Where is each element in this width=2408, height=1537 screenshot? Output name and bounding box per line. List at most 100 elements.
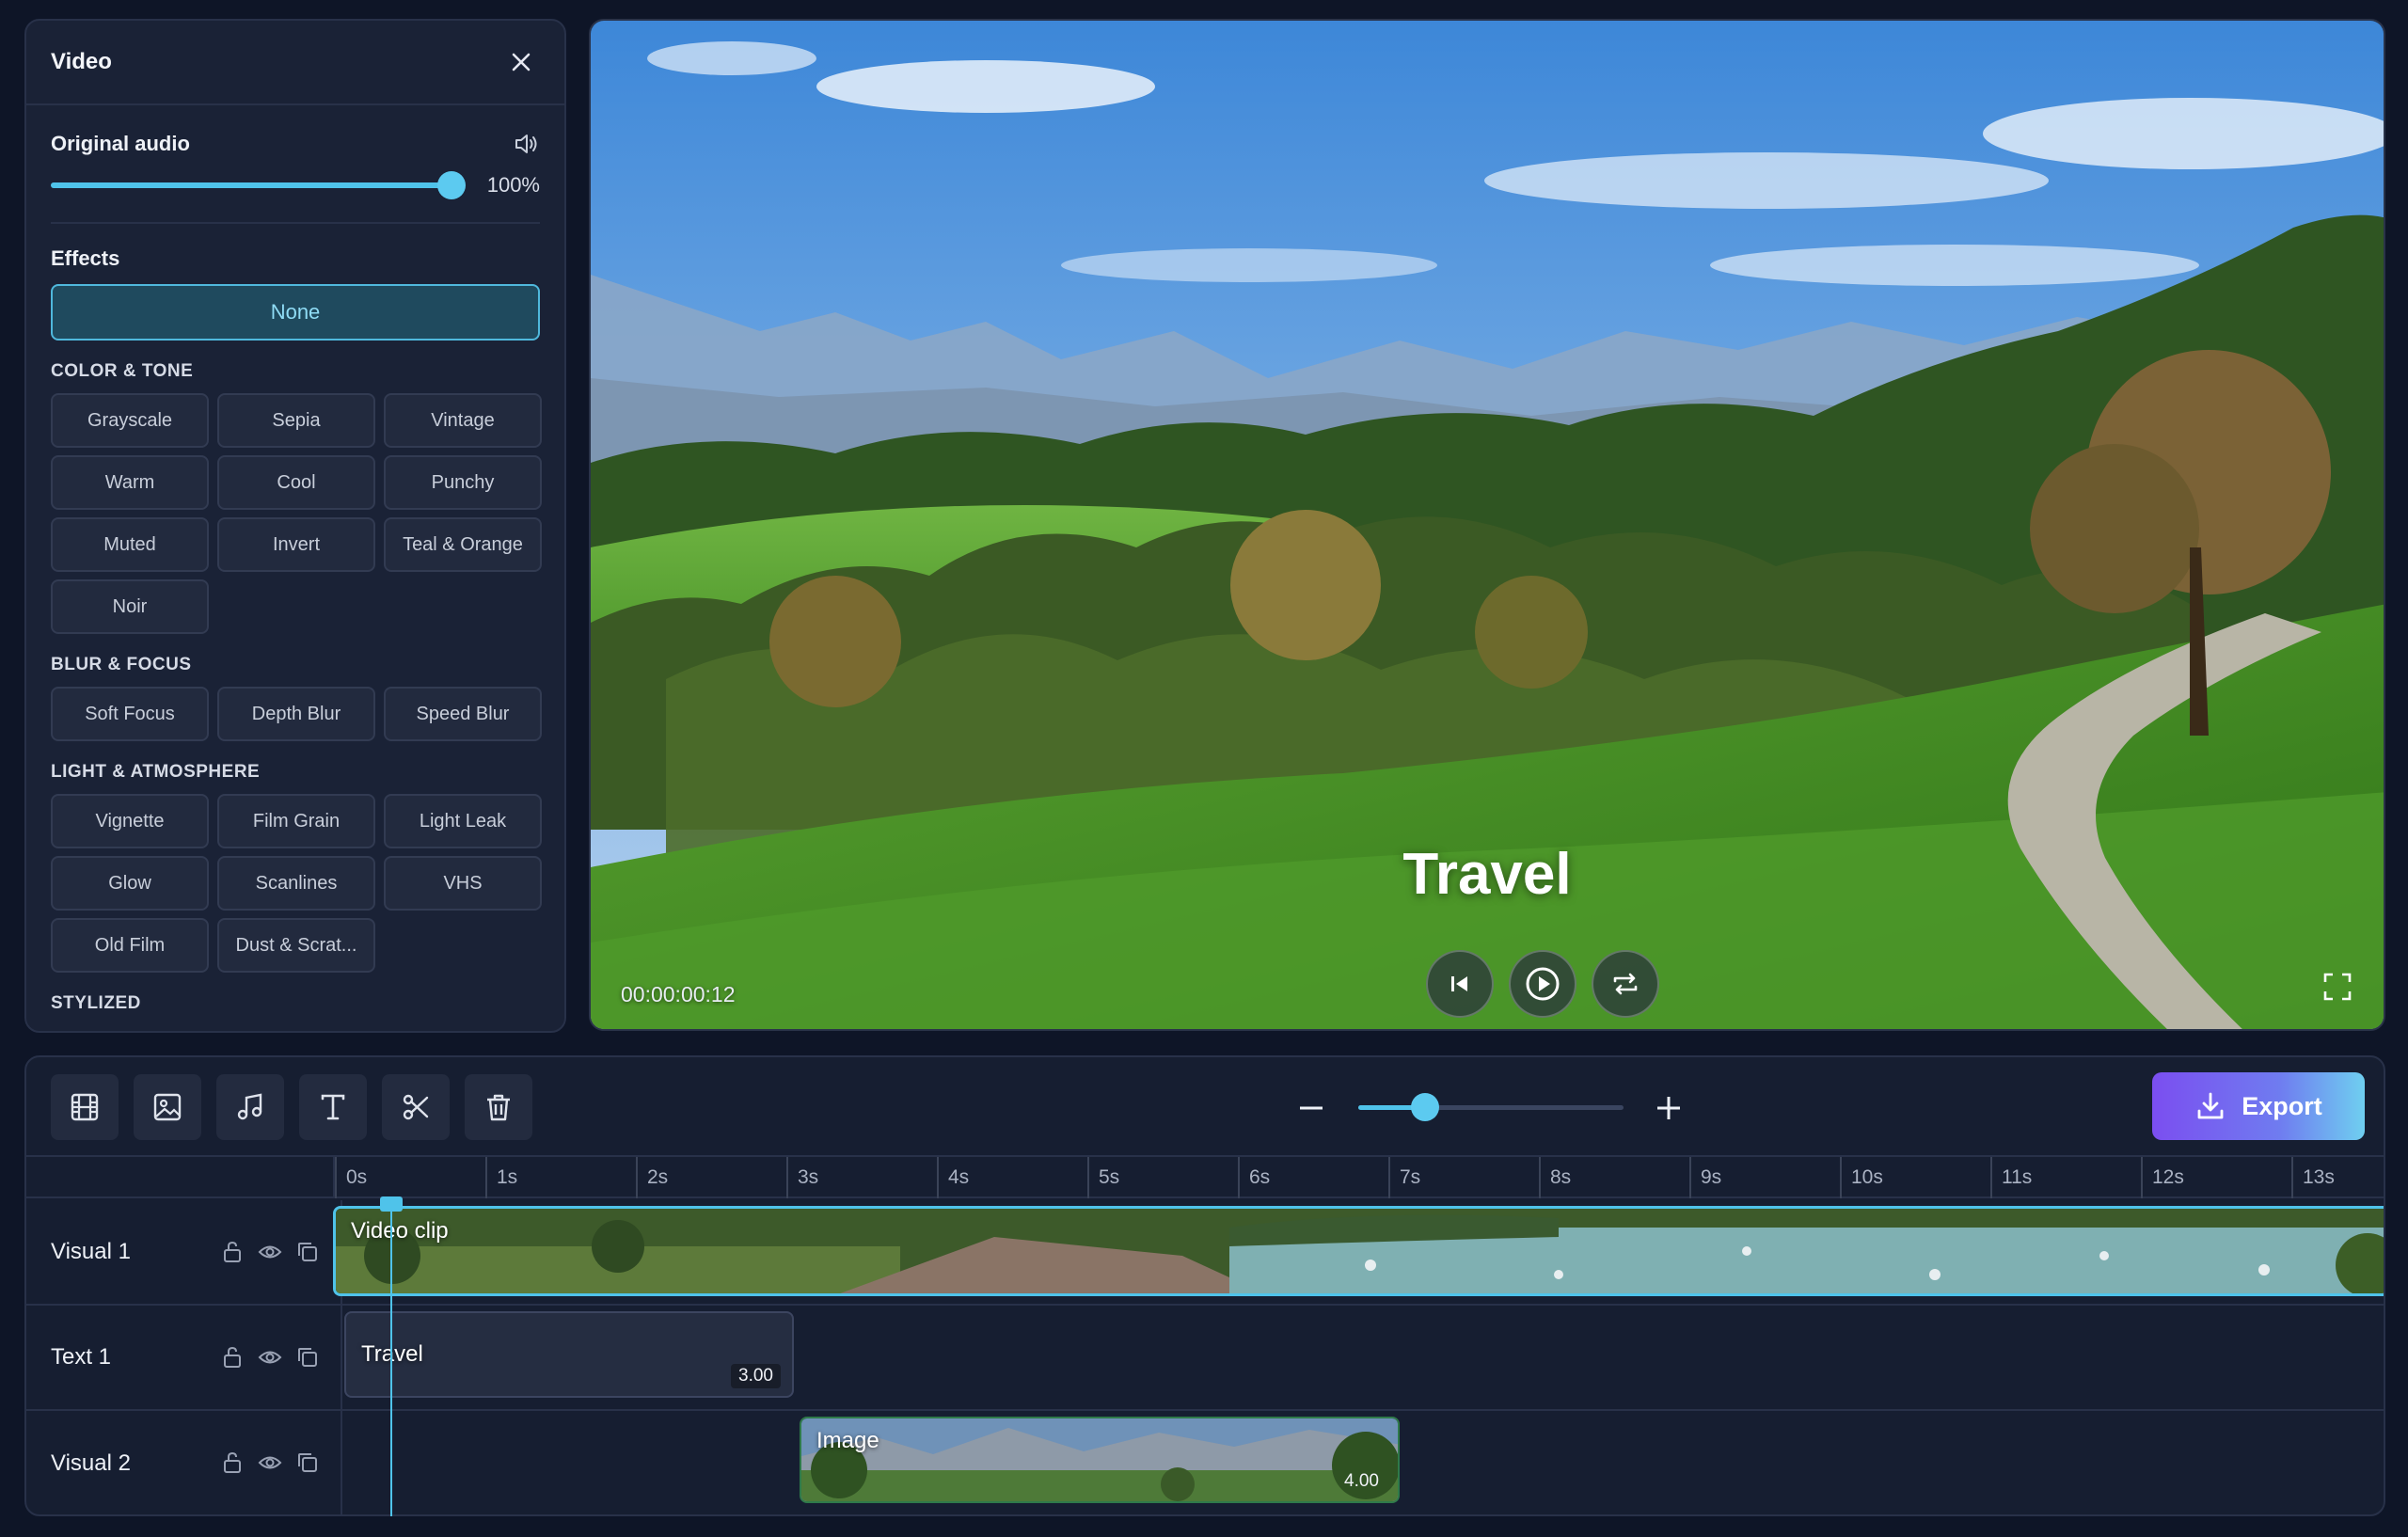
image-icon xyxy=(153,1093,182,1121)
section-stylized-title: STYLIZED xyxy=(51,993,141,1013)
plus-icon xyxy=(1657,1097,1680,1119)
delete-clip-button[interactable] xyxy=(465,1074,532,1140)
duplicate-icon[interactable] xyxy=(293,1343,322,1371)
track-name: Text 1 xyxy=(51,1344,112,1370)
zoom-out-button[interactable] xyxy=(1292,1089,1330,1127)
loop-button[interactable] xyxy=(1592,950,1659,1018)
effects-heading: Effects xyxy=(51,246,120,270)
track-header: Text 1 xyxy=(26,1306,342,1409)
playhead[interactable] xyxy=(390,1196,392,1516)
color-tone-grid: Grayscale Sepia Vintage Warm Cool Punchy… xyxy=(51,393,542,634)
preview-overlay-text: Travel xyxy=(1402,842,1572,907)
time-ruler[interactable]: 0s 1s 2s 3s 4s 5s 6s 7s 8s 9s 10s 11s 12s 13s xyxy=(26,1157,2384,1198)
text-clip[interactable]: Travel 3.00 xyxy=(344,1311,794,1398)
export-button[interactable]: Export xyxy=(2152,1072,2365,1140)
ruler-tick: 12s xyxy=(2141,1157,2184,1198)
play-button[interactable] xyxy=(1509,950,1576,1018)
effect-invert-button[interactable]: Invert xyxy=(217,517,375,572)
speaker-icon[interactable] xyxy=(514,132,540,156)
effect-none-button[interactable]: None xyxy=(51,284,540,341)
track-header: Visual 2 xyxy=(26,1411,342,1514)
original-audio-label: Original audio xyxy=(51,132,190,155)
effect-teal-orange-button[interactable]: Teal & Orange xyxy=(384,517,542,572)
effect-sepia-button[interactable]: Sepia xyxy=(217,393,375,448)
ruler-tick: 11s xyxy=(1990,1157,2032,1198)
effect-glow-button[interactable]: Glow xyxy=(51,856,209,911)
track-name: Visual 1 xyxy=(51,1239,131,1264)
eye-icon[interactable] xyxy=(256,1449,284,1477)
timeline-panel: Export 0s 1s 2s 3s 4s 5s 6s 7s 8s 9s 10s 11s 12s 13s … xyxy=(24,1055,2385,1516)
ruler-tick: 9s xyxy=(1689,1157,1721,1198)
lock-icon[interactable] xyxy=(218,1343,246,1371)
lock-icon[interactable] xyxy=(218,1449,246,1477)
effect-speed-blur-button[interactable]: Speed Blur xyxy=(384,687,542,741)
download-icon xyxy=(2197,1092,2224,1119)
effect-punchy-button[interactable]: Punchy xyxy=(384,455,542,510)
ruler-tick: 0s xyxy=(335,1157,367,1198)
duplicate-icon[interactable] xyxy=(293,1449,322,1477)
add-video-button[interactable] xyxy=(51,1074,119,1140)
text-clip-duration: 3.00 xyxy=(731,1364,781,1388)
scissors-icon xyxy=(403,1094,429,1120)
audio-volume-slider[interactable] xyxy=(51,171,466,199)
lock-icon[interactable] xyxy=(218,1238,246,1266)
effect-film-grain-button[interactable]: Film Grain xyxy=(217,794,375,848)
timeline-zoom-slider[interactable] xyxy=(1358,1093,1624,1121)
effect-light-leak-button[interactable]: Light Leak xyxy=(384,794,542,848)
track-text-1: Text 1 Travel 3.00 xyxy=(26,1306,2384,1411)
add-image-button[interactable] xyxy=(134,1074,201,1140)
close-panel-button[interactable] xyxy=(502,43,540,81)
ruler-tick: 1s xyxy=(485,1157,517,1198)
ruler-tick: 6s xyxy=(1238,1157,1270,1198)
video-preview[interactable]: Travel 00:00:00:12 xyxy=(589,19,2385,1031)
light-atmosphere-grid: Vignette Film Grain Light Leak Glow Scan… xyxy=(51,794,542,973)
play-icon xyxy=(1526,967,1560,1001)
add-audio-button[interactable] xyxy=(216,1074,284,1140)
film-icon xyxy=(71,1093,99,1121)
effect-scanlines-button[interactable]: Scanlines xyxy=(217,856,375,911)
eye-icon[interactable] xyxy=(256,1238,284,1266)
panel-title: Video xyxy=(51,49,112,74)
image-clip[interactable]: Image 4.00 xyxy=(800,1417,1400,1503)
track-visual-2: Visual 2 Image 4.00 xyxy=(26,1411,2384,1514)
skip-back-icon xyxy=(1451,976,1467,991)
effect-soft-focus-button[interactable]: Soft Focus xyxy=(51,687,209,741)
effect-noir-button[interactable]: Noir xyxy=(51,579,209,634)
section-light-atmosphere-title: LIGHT & ATMOSPHERE xyxy=(51,762,261,782)
minus-icon xyxy=(1300,1106,1323,1110)
track-visual-1: Visual 1 Video clip xyxy=(26,1200,2384,1306)
effect-depth-blur-button[interactable]: Depth Blur xyxy=(217,687,375,741)
effect-dust-scratches-button[interactable]: Dust & Scrat... xyxy=(217,918,375,973)
add-text-button[interactable] xyxy=(299,1074,367,1140)
effect-vignette-button[interactable]: Vignette xyxy=(51,794,209,848)
fullscreen-icon[interactable] xyxy=(2321,971,2353,1003)
ruler-tick: 8s xyxy=(1539,1157,1571,1198)
effect-grayscale-button[interactable]: Grayscale xyxy=(51,393,209,448)
split-clip-button[interactable] xyxy=(382,1074,450,1140)
skip-to-start-button[interactable] xyxy=(1426,950,1494,1018)
ruler-tick: 10s xyxy=(1840,1157,1883,1198)
image-clip-thumbnail xyxy=(801,1418,1398,1501)
effect-old-film-button[interactable]: Old Film xyxy=(51,918,209,973)
video-clip-thumbnails xyxy=(336,1209,2384,1293)
panel-header: Video xyxy=(26,21,564,105)
playhead-handle[interactable] xyxy=(380,1196,403,1212)
effect-vhs-button[interactable]: VHS xyxy=(384,856,542,911)
effect-cool-button[interactable]: Cool xyxy=(217,455,375,510)
effect-vintage-button[interactable]: Vintage xyxy=(384,393,542,448)
effect-warm-button[interactable]: Warm xyxy=(51,455,209,510)
duplicate-icon[interactable] xyxy=(293,1238,322,1266)
audio-volume-fill xyxy=(51,182,452,188)
track-name: Visual 2 xyxy=(51,1450,131,1476)
ruler-tick: 4s xyxy=(937,1157,969,1198)
image-clip-label: Image xyxy=(816,1428,879,1453)
zoom-in-button[interactable] xyxy=(1650,1089,1687,1127)
ruler-tick: 7s xyxy=(1388,1157,1420,1198)
zoom-slider-handle[interactable] xyxy=(1410,1093,1439,1121)
section-color-tone-title: COLOR & TONE xyxy=(51,361,194,381)
video-clip[interactable]: Video clip xyxy=(333,1206,2384,1296)
effect-muted-button[interactable]: Muted xyxy=(51,517,209,572)
eye-icon[interactable] xyxy=(256,1343,284,1371)
preview-timecode: 00:00:00:12 xyxy=(621,982,736,1006)
audio-volume-handle[interactable] xyxy=(437,171,466,199)
